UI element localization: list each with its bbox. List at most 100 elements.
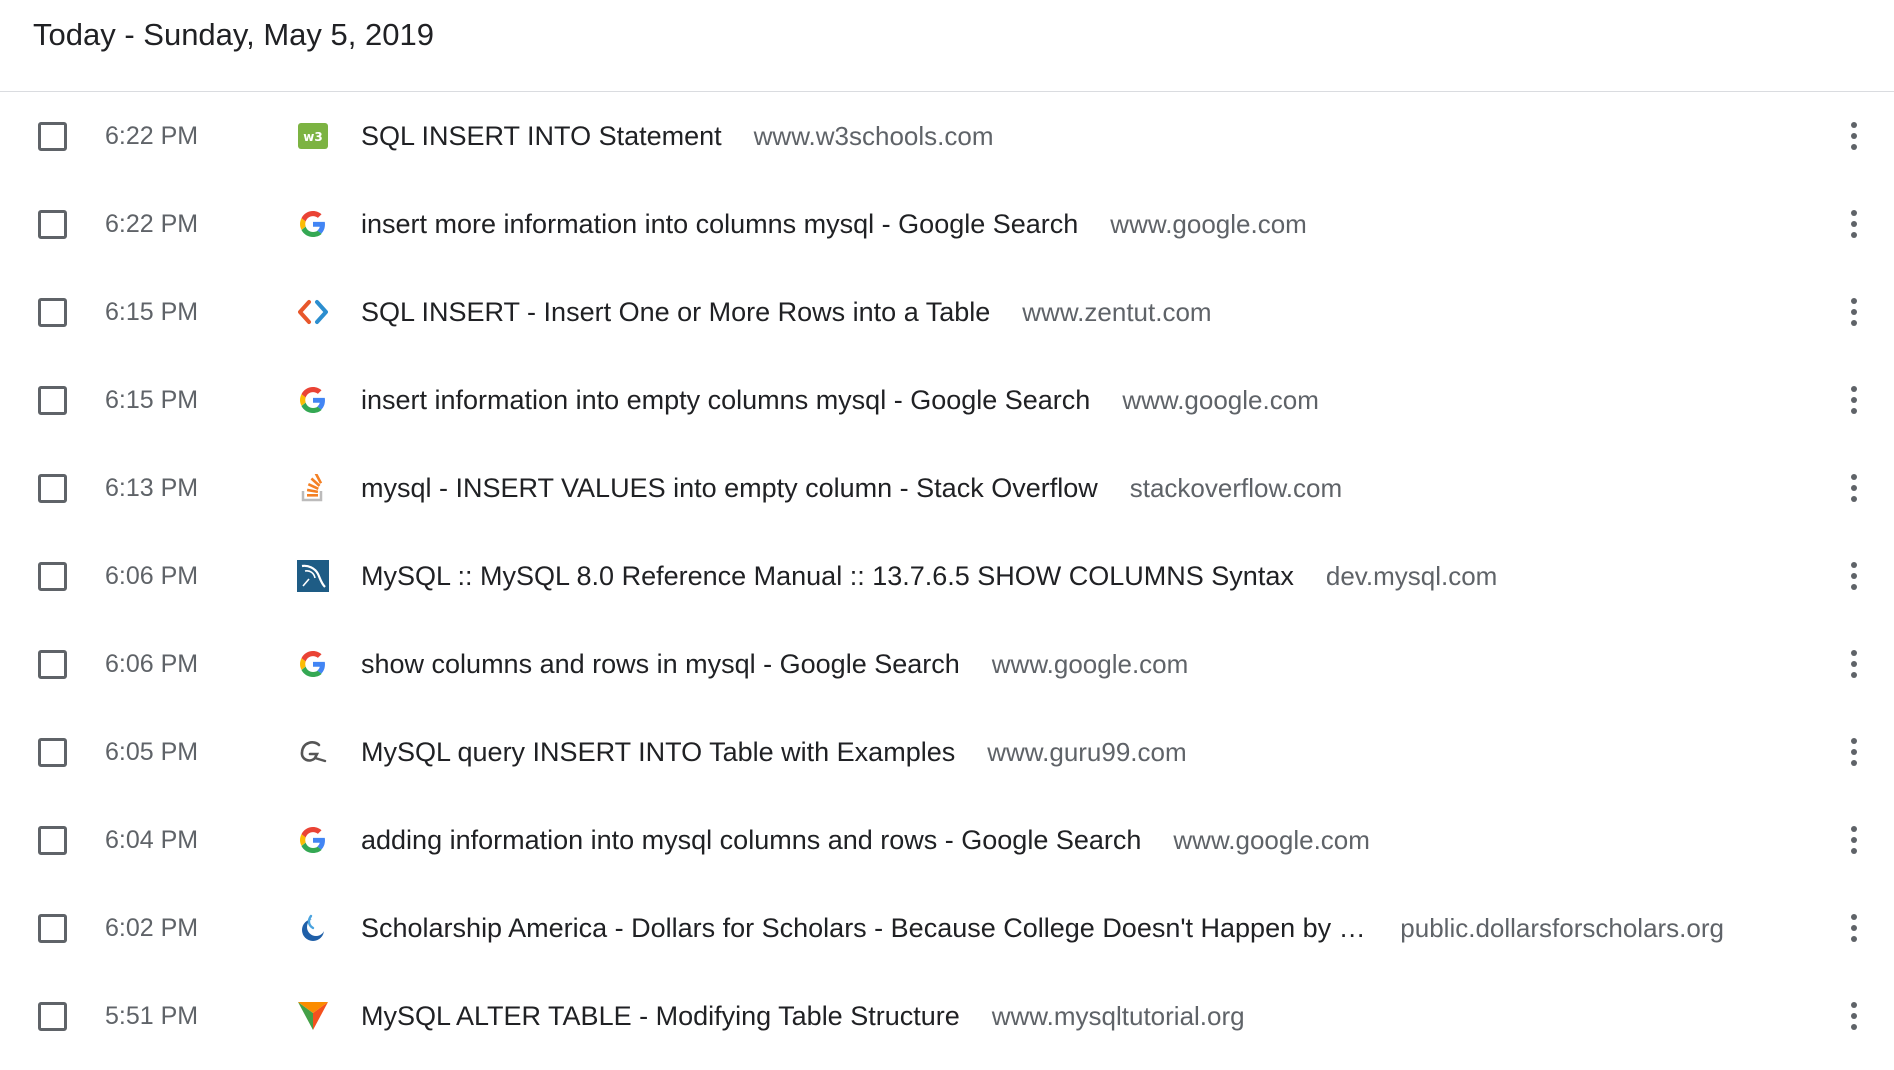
entry-title-link[interactable]: SQL INSERT INTO Statement — [361, 121, 722, 152]
entry-time: 6:15 PM — [105, 385, 199, 414]
guru99-icon — [296, 735, 330, 769]
google-icon — [296, 207, 330, 241]
more-actions-button[interactable] — [1836, 556, 1872, 596]
entry-main: SQL INSERT INTO Statement www.w3schools.c… — [361, 121, 1724, 152]
dot-icon — [1851, 408, 1857, 414]
entry-main: MySQL ALTER TABLE - Modifying Table Stru… — [361, 1001, 1724, 1032]
more-actions-button[interactable] — [1836, 732, 1872, 772]
dot-icon — [1851, 496, 1857, 502]
history-entry: 6:22 PM insert more information into colu… — [0, 180, 1894, 268]
more-actions-button[interactable] — [1836, 380, 1872, 420]
more-actions-button[interactable] — [1836, 468, 1872, 508]
history-entry: 6:22 PM w3 SQL INSERT INTO Statement www.w3… — [0, 92, 1894, 180]
entry-checkbox[interactable] — [38, 825, 67, 855]
history-entry: 6:06 PM show columns and rows in mysql - … — [0, 620, 1894, 708]
entry-title-link[interactable]: MySQL query INSERT INTO Table with Examp… — [361, 737, 955, 768]
entry-time: 6:06 PM — [105, 561, 199, 590]
history-entry: 6:04 PM adding information into mysql col… — [0, 796, 1894, 884]
entry-checkbox[interactable] — [38, 649, 67, 679]
entry-checkbox[interactable] — [38, 473, 67, 503]
entry-domain: www.google.com — [1122, 384, 1319, 415]
dot-icon — [1851, 1002, 1857, 1008]
entry-main: SQL INSERT - Insert One or More Rows int… — [361, 297, 1724, 328]
dot-icon — [1851, 749, 1857, 755]
entry-domain: public.dollarsforscholars.org — [1400, 912, 1724, 943]
dot-icon — [1851, 914, 1857, 920]
history-date-header: Today - Sunday, May 5, 2019 — [0, 0, 1894, 92]
dot-icon — [1851, 672, 1857, 678]
dot-icon — [1851, 397, 1857, 403]
entry-domain: www.google.com — [1173, 824, 1370, 855]
entry-time: 6:05 PM — [105, 737, 199, 766]
entry-time: 6:22 PM — [105, 209, 199, 238]
mysql-icon — [296, 559, 330, 593]
entry-main: MySQL query INSERT INTO Table with Examp… — [361, 737, 1724, 768]
google-icon — [296, 647, 330, 681]
dot-icon — [1851, 1013, 1857, 1019]
entry-main: mysql - INSERT VALUES into empty column … — [361, 473, 1724, 504]
entry-title-link[interactable]: MySQL ALTER TABLE - Modifying Table Stru… — [361, 1001, 960, 1032]
dot-icon — [1851, 485, 1857, 491]
history-entry: 6:02 PM Scholarship America - Dollars for… — [0, 884, 1894, 972]
entry-time: 6:06 PM — [105, 649, 199, 678]
dot-icon — [1851, 309, 1857, 315]
history-card: Today - Sunday, May 5, 2019 6:22 PM w3 SQL… — [0, 0, 1894, 1070]
entry-checkbox[interactable] — [38, 209, 67, 239]
entry-time: 6:02 PM — [105, 913, 199, 942]
more-actions-button[interactable] — [1836, 116, 1872, 156]
entry-title-link[interactable]: SQL INSERT - Insert One or More Rows int… — [361, 297, 990, 328]
dot-icon — [1851, 738, 1857, 744]
dot-icon — [1851, 936, 1857, 942]
date-heading: Today - Sunday, May 5, 2019 — [33, 17, 434, 52]
entry-title-link[interactable]: Scholarship America - Dollars for Schola… — [361, 913, 1368, 944]
entry-title-link[interactable]: show columns and rows in mysql - Google … — [361, 649, 960, 680]
history-list: 6:22 PM w3 SQL INSERT INTO Statement www.w3… — [0, 92, 1894, 1060]
entry-domain: www.w3schools.com — [753, 120, 994, 151]
more-actions-button[interactable] — [1836, 292, 1872, 332]
entry-checkbox[interactable] — [38, 121, 67, 151]
dot-icon — [1851, 232, 1857, 238]
entry-checkbox[interactable] — [38, 297, 67, 327]
entry-title-link[interactable]: adding information into mysql columns an… — [361, 825, 1141, 856]
more-actions-button[interactable] — [1836, 644, 1872, 684]
entry-main: MySQL :: MySQL 8.0 Reference Manual :: 1… — [361, 561, 1724, 592]
entry-title-link[interactable]: insert information into empty columns my… — [361, 385, 1090, 416]
svg-text:w3: w3 — [303, 130, 322, 144]
dot-icon — [1851, 122, 1857, 128]
google-icon — [296, 823, 330, 857]
entry-title-link[interactable]: MySQL :: MySQL 8.0 Reference Manual :: 1… — [361, 561, 1294, 592]
entry-time: 6:22 PM — [105, 121, 199, 150]
more-actions-button[interactable] — [1836, 204, 1872, 244]
dot-icon — [1851, 573, 1857, 579]
entry-checkbox[interactable] — [38, 913, 67, 943]
entry-main: show columns and rows in mysql - Google … — [361, 649, 1724, 680]
history-entry: 6:13 PM mysql - INSERT VALUES into empty … — [0, 444, 1894, 532]
entry-time: 6:15 PM — [105, 297, 199, 326]
dot-icon — [1851, 562, 1857, 568]
more-actions-button[interactable] — [1836, 908, 1872, 948]
dot-icon — [1851, 826, 1857, 832]
entry-checkbox[interactable] — [38, 1001, 67, 1031]
more-actions-button[interactable] — [1836, 820, 1872, 860]
mysqltutorial-icon — [296, 999, 330, 1033]
entry-title-link[interactable]: mysql - INSERT VALUES into empty column … — [361, 473, 1098, 504]
entry-title-link[interactable]: insert more information into columns mys… — [361, 209, 1078, 240]
entry-checkbox[interactable] — [38, 385, 67, 415]
entry-domain: www.google.com — [1110, 208, 1307, 239]
entry-time: 6:13 PM — [105, 473, 199, 502]
entry-domain: www.mysqltutorial.org — [991, 1000, 1245, 1031]
entry-checkbox[interactable] — [38, 561, 67, 591]
dot-icon — [1851, 1024, 1857, 1030]
entry-main: adding information into mysql columns an… — [361, 825, 1724, 856]
entry-domain: www.zentut.com — [1022, 296, 1212, 327]
google-icon — [296, 383, 330, 417]
entry-domain: www.guru99.com — [987, 736, 1187, 767]
entry-checkbox[interactable] — [38, 737, 67, 767]
more-actions-button[interactable] — [1836, 996, 1872, 1036]
entry-time: 6:04 PM — [105, 825, 199, 854]
dot-icon — [1851, 650, 1857, 656]
dot-icon — [1851, 133, 1857, 139]
scholarship-america-icon — [296, 911, 330, 945]
dot-icon — [1851, 298, 1857, 304]
entry-time: 5:51 PM — [105, 1001, 199, 1030]
